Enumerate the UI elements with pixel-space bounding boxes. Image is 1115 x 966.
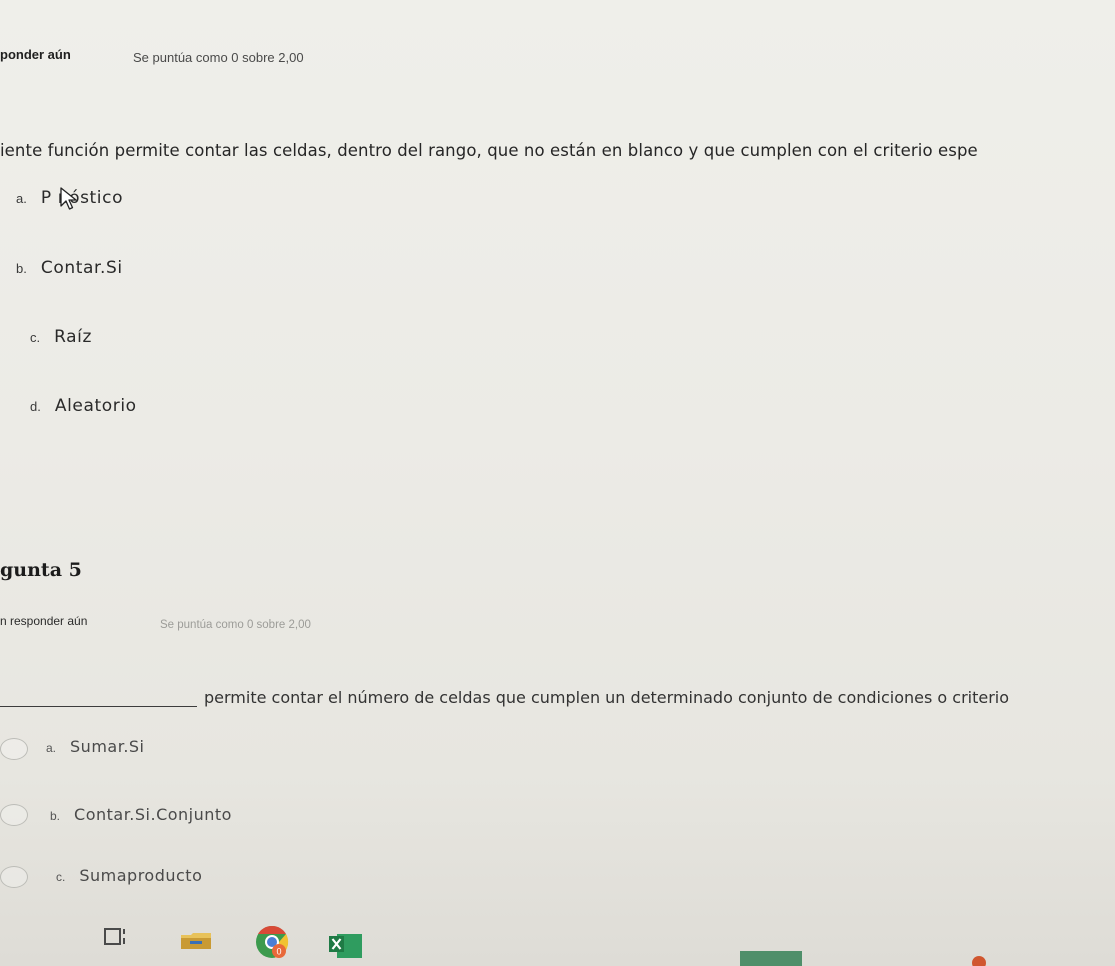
option-label: Sumar.Si — [70, 737, 145, 756]
chrome-badge: 0 — [276, 947, 281, 957]
option-letter: b. — [50, 809, 61, 823]
option-label: Aleatorio — [54, 396, 137, 416]
radio-option-c[interactable] — [0, 866, 28, 888]
question-5-text: permite contar el número de celdas que c… — [204, 688, 1010, 707]
question-4-option-b[interactable]: b. Contar.Si — [16, 258, 123, 278]
option-label: Raíz — [54, 327, 93, 347]
task-view-icon[interactable] — [103, 926, 129, 948]
taskbar: 0 — [0, 915, 1115, 966]
question-4-status: ponder aún — [0, 47, 71, 62]
option-label: Contar.Si — [40, 258, 123, 278]
question-4-grade: Se puntúa como 0 sobre 2,00 — [133, 50, 304, 65]
question-5-grade: Se puntúa como 0 sobre 2,00 — [160, 619, 311, 631]
radio-option-b[interactable] — [0, 804, 28, 826]
option-label: P nóstico — [40, 188, 124, 208]
chrome-icon[interactable]: 0 — [253, 923, 291, 961]
option-label: Sumaproducto — [79, 866, 203, 885]
question-5-title: gunta 5 — [0, 559, 82, 581]
radio-option-a[interactable] — [0, 738, 28, 760]
option-letter: b. — [16, 261, 27, 276]
question-5-option-b[interactable]: b. Contar.Si.Conjunto — [50, 805, 232, 824]
option-letter: c. — [56, 870, 66, 884]
question-5-status: n responder aún — [0, 614, 88, 628]
excel-icon[interactable] — [327, 932, 363, 960]
option-letter: a. — [46, 741, 57, 755]
option-label: Contar.Si.Conjunto — [74, 805, 232, 824]
question-4-option-d[interactable]: d. Aleatorio — [30, 396, 137, 416]
question-4-option-c[interactable]: c. Raíz — [30, 327, 92, 347]
tray-notification-icon[interactable] — [971, 955, 987, 966]
question-4-text: iente función permite contar las celdas,… — [0, 141, 978, 160]
folder-icon[interactable] — [180, 931, 212, 951]
mouse-cursor-icon — [60, 187, 77, 210]
option-letter: d. — [30, 399, 41, 414]
question-5-option-a[interactable]: a. Sumar.Si — [46, 737, 145, 756]
system-tray-clock — [740, 951, 802, 966]
option-letter: c. — [30, 330, 41, 345]
answer-blank-line — [0, 706, 197, 707]
option-letter: a. — [16, 191, 27, 206]
question-5-option-c[interactable]: c. Sumaproducto — [56, 866, 202, 885]
